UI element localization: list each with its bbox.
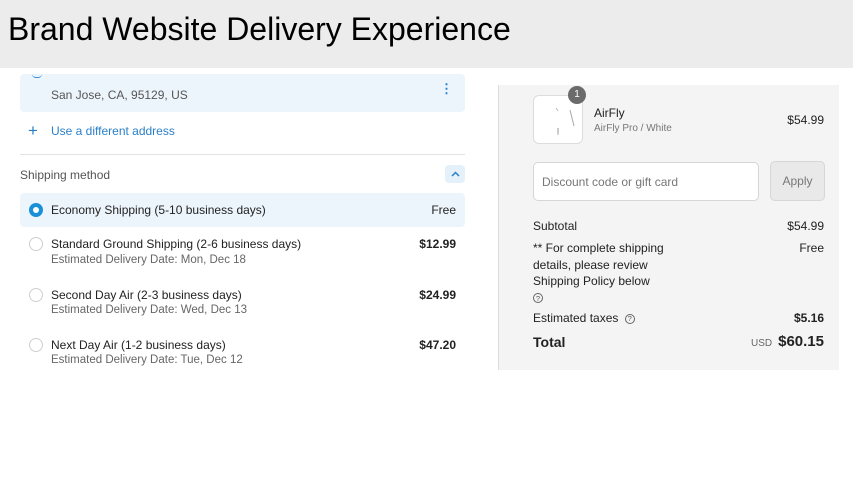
- shipping-option-standard-ground[interactable]: Standard Ground Shipping (2-6 business d…: [20, 228, 465, 274]
- use-different-address-link[interactable]: + Use a different address: [28, 122, 175, 139]
- radio-unselected[interactable]: [29, 338, 43, 352]
- shipping-method-heading: Shipping method: [20, 168, 111, 182]
- shipping-option-second-day-air[interactable]: Second Day Air (2-3 business days) Estim…: [20, 279, 465, 325]
- discount-code-input[interactable]: [533, 162, 759, 201]
- product-price: $54.99: [787, 113, 824, 127]
- shipping-note: ** For complete shipping details, please…: [533, 240, 683, 306]
- estimated-delivery-date: Estimated Delivery Date: Mon, Dec 18: [51, 254, 246, 266]
- radio-unselected[interactable]: [29, 237, 43, 251]
- shipping-cost-value: Free: [799, 241, 824, 255]
- apply-button[interactable]: Apply: [770, 161, 825, 201]
- estimated-taxes-label: Estimated taxes: [533, 311, 619, 325]
- banner-title: Brand Website Delivery Experience: [8, 11, 511, 47]
- shipping-option-price: $24.99: [419, 288, 456, 302]
- total-label: Total: [533, 334, 566, 350]
- shipping-option-name: Economy Shipping (5-10 business days): [51, 203, 266, 217]
- shipping-note-text: ** For complete shipping details, please…: [533, 241, 664, 288]
- radio-unselected[interactable]: [29, 288, 43, 302]
- shipping-option-price: $47.20: [419, 338, 456, 352]
- estimated-taxes-value: $5.16: [793, 311, 824, 325]
- shipping-option-name: Second Day Air (2-3 business days): [51, 288, 242, 302]
- subtotal-label: Subtotal: [533, 219, 578, 233]
- question-circle-icon[interactable]: ?: [624, 313, 635, 324]
- chevron-up-icon: [450, 171, 460, 177]
- total-value: $60.15: [778, 333, 824, 350]
- shipping-option-economy[interactable]: Economy Shipping (5-10 business days) Fr…: [20, 193, 465, 227]
- shipping-option-next-day-air[interactable]: Next Day Air (1-2 business days) Estimat…: [20, 329, 465, 375]
- currency-code: USD: [750, 338, 773, 349]
- estimated-delivery-date: Estimated Delivery Date: Wed, Dec 13: [51, 304, 248, 316]
- plus-icon: +: [28, 121, 38, 140]
- estimated-taxes-row: Estimated taxes ?: [533, 311, 635, 325]
- product-name: AirFly: [594, 106, 625, 120]
- total-amount: USD $60.15: [751, 333, 824, 350]
- shipping-option-price: Free: [431, 203, 456, 217]
- product-variant: AirFly Pro / White: [594, 123, 672, 134]
- shipping-option-name: Next Day Air (1-2 business days): [51, 338, 226, 352]
- collapse-shipping-button[interactable]: [445, 165, 465, 183]
- shipping-option-price: $12.99: [419, 237, 456, 251]
- kebab-menu-icon[interactable]: ⋮: [440, 82, 453, 95]
- divider: [20, 154, 465, 155]
- subtotal-value: $54.99: [787, 219, 824, 233]
- address-radio-indicator: [32, 74, 42, 78]
- question-circle-icon[interactable]: ?: [533, 293, 543, 304]
- radio-selected[interactable]: [29, 203, 43, 217]
- selected-address[interactable]: San Jose, CA, 95129, US ⋮: [20, 74, 465, 112]
- order-summary: 1 AirFly AirFly Pro / White $54.99 Apply…: [498, 85, 839, 370]
- estimated-delivery-date: Estimated Delivery Date: Tue, Dec 12: [51, 354, 243, 366]
- address-line: San Jose, CA, 95129, US: [51, 88, 188, 102]
- use-different-address-label: Use a different address: [51, 123, 175, 138]
- quantity-badge: 1: [568, 86, 586, 104]
- shipping-option-name: Standard Ground Shipping (2-6 business d…: [51, 237, 302, 251]
- banner: Brand Website Delivery Experience: [0, 0, 853, 68]
